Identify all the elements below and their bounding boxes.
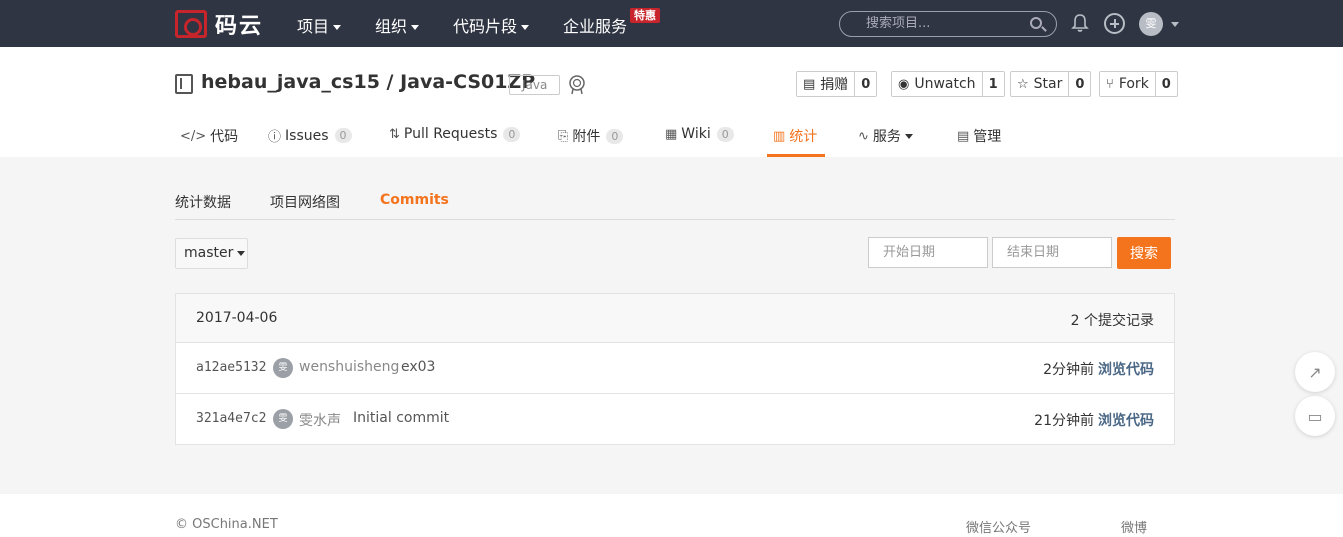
medal-icon[interactable] bbox=[567, 73, 587, 95]
project-title[interactable]: hebau_java_cs15 / Java-CS01ZP bbox=[201, 71, 535, 93]
donate-button[interactable]: ▤ 捐赠 0 bbox=[796, 71, 878, 97]
logo-text: 码云 bbox=[215, 14, 264, 39]
nav-item-orgs[interactable]: 组织 bbox=[375, 13, 420, 37]
subtab-commits[interactable]: Commits bbox=[380, 192, 449, 208]
logo-mark-icon bbox=[175, 10, 207, 38]
stats-subtabs: 统计数据 项目网络图 Commits bbox=[175, 190, 1175, 220]
commit-author[interactable]: wenshuisheng bbox=[299, 359, 399, 375]
donate-count: 0 bbox=[861, 76, 871, 92]
language-tag[interactable]: Java bbox=[509, 75, 561, 95]
tab-code[interactable]: </> 代码 bbox=[180, 126, 238, 146]
end-date-input[interactable]: 结束日期 bbox=[992, 237, 1112, 268]
settings-icon: ▤ bbox=[957, 128, 970, 144]
chevron-down-icon bbox=[333, 25, 342, 30]
eye-icon: ◉ bbox=[898, 76, 910, 92]
share-icon[interactable]: ↗ bbox=[1295, 352, 1335, 392]
commit-sha[interactable]: 321a4e7c2 bbox=[196, 411, 266, 426]
nav-item-snippets[interactable]: 代码片段 bbox=[453, 13, 530, 37]
pull-request-icon: ⇅ bbox=[389, 126, 400, 142]
comment-icon[interactable]: ▭ bbox=[1295, 396, 1335, 436]
fork-count: 0 bbox=[1161, 76, 1171, 92]
commit-time: 21分钟前 bbox=[1034, 413, 1094, 429]
commit-author[interactable]: 雯水声 bbox=[299, 410, 341, 430]
search-input[interactable]: 搜索项目... bbox=[839, 11, 1057, 37]
nav-item-projects[interactable]: 项目 bbox=[297, 13, 342, 37]
pulse-icon: ∿ bbox=[858, 128, 869, 144]
repo-icon bbox=[175, 74, 193, 94]
subtab-stats-data[interactable]: 统计数据 bbox=[175, 192, 231, 212]
site-logo[interactable]: 码云 bbox=[175, 10, 264, 39]
watch-count: 1 bbox=[988, 76, 998, 92]
author-avatar[interactable]: 雯 bbox=[273, 409, 293, 429]
attachment-icon: ⎘ bbox=[558, 128, 569, 144]
code-icon: </> bbox=[180, 128, 207, 144]
hot-badge: 特惠 bbox=[630, 8, 660, 23]
branch-select[interactable]: master bbox=[175, 238, 248, 269]
commit-date: 2017-04-06 bbox=[196, 310, 278, 326]
commit-message[interactable]: Initial commit bbox=[353, 410, 449, 426]
commit-time: 2分钟前 bbox=[1043, 362, 1094, 378]
nav-item-enterprise[interactable]: 企业服务 bbox=[563, 13, 627, 37]
donate-icon: ▤ bbox=[803, 76, 816, 92]
user-avatar[interactable]: 雯 bbox=[1139, 12, 1163, 36]
top-navbar: 码云 项目 组织 代码片段 企业服务 特惠 搜索项目... 雯 bbox=[0, 0, 1343, 47]
commit-date-header: 2017-04-06 2 个提交记录 bbox=[176, 294, 1174, 343]
chevron-down-icon[interactable] bbox=[1171, 22, 1179, 27]
commit-list-panel: 2017-04-06 2 个提交记录 a12ae5132 雯 wenshuish… bbox=[175, 293, 1175, 445]
unwatch-button[interactable]: ◉ Unwatch 1 bbox=[891, 71, 1005, 97]
commit-sha[interactable]: a12ae5132 bbox=[196, 360, 266, 375]
search-button[interactable]: 搜索 bbox=[1117, 237, 1171, 269]
start-date-input[interactable]: 开始日期 bbox=[868, 237, 988, 268]
chevron-down-icon bbox=[237, 250, 246, 256]
browse-code-link[interactable]: 浏览代码 bbox=[1098, 359, 1154, 379]
project-tabs: </> 代码 ⓘ Issues 0 ⇅ Pull Requests 0 ⎘ 附件 0 ▦ Wik… bbox=[175, 117, 1175, 157]
star-icon: ☆ bbox=[1017, 76, 1029, 92]
chevron-down-icon bbox=[521, 25, 530, 30]
tab-services[interactable]: ∿ 服务 bbox=[858, 126, 913, 146]
subtab-network-graph[interactable]: 项目网络图 bbox=[270, 192, 340, 212]
browse-code-link[interactable]: 浏览代码 bbox=[1098, 410, 1154, 430]
fork-button[interactable]: ⑂ Fork 0 bbox=[1099, 71, 1178, 97]
commit-count: 2 个提交记录 bbox=[1070, 313, 1154, 329]
star-button[interactable]: ☆ Star 0 bbox=[1010, 71, 1092, 97]
commit-message[interactable]: ex03 bbox=[401, 359, 435, 375]
tab-stats[interactable]: ▥ 统计 bbox=[773, 126, 817, 146]
issue-icon: ⓘ bbox=[268, 130, 282, 145]
tab-settings[interactable]: ▤ 管理 bbox=[957, 126, 1001, 146]
fork-icon: ⑂ bbox=[1106, 76, 1114, 92]
tab-issues[interactable]: ⓘ Issues 0 bbox=[268, 126, 352, 145]
create-plus-icon[interactable] bbox=[1104, 13, 1125, 34]
chevron-down-icon bbox=[904, 133, 913, 139]
chart-icon: ▥ bbox=[773, 128, 786, 144]
wiki-icon: ▦ bbox=[665, 126, 678, 142]
project-header: hebau_java_cs15 / Java-CS01ZP Java ▤ 捐赠 0… bbox=[175, 70, 1178, 100]
search-icon[interactable] bbox=[1030, 17, 1042, 29]
tab-attachments[interactable]: ⎘ 附件 0 bbox=[558, 126, 624, 146]
commit-row: 321a4e7c2 雯 雯水声 Initial commit 21分钟前 浏览代… bbox=[176, 394, 1174, 445]
tab-wiki[interactable]: ▦ Wiki 0 bbox=[665, 126, 734, 142]
star-count: 0 bbox=[1075, 76, 1085, 92]
footer-wechat-link[interactable]: 微信公众号 bbox=[966, 517, 1031, 536]
tab-pull-requests[interactable]: ⇅ Pull Requests 0 bbox=[389, 126, 521, 142]
footer-copyright: © OSChina.NET bbox=[175, 517, 278, 532]
commit-row: a12ae5132 雯 wenshuisheng ex03 2分钟前 浏览代码 bbox=[176, 343, 1174, 394]
footer-weibo-link[interactable]: 微博 bbox=[1121, 517, 1147, 536]
author-avatar[interactable]: 雯 bbox=[273, 358, 293, 378]
bell-icon[interactable] bbox=[1071, 13, 1089, 33]
chevron-down-icon bbox=[411, 25, 420, 30]
